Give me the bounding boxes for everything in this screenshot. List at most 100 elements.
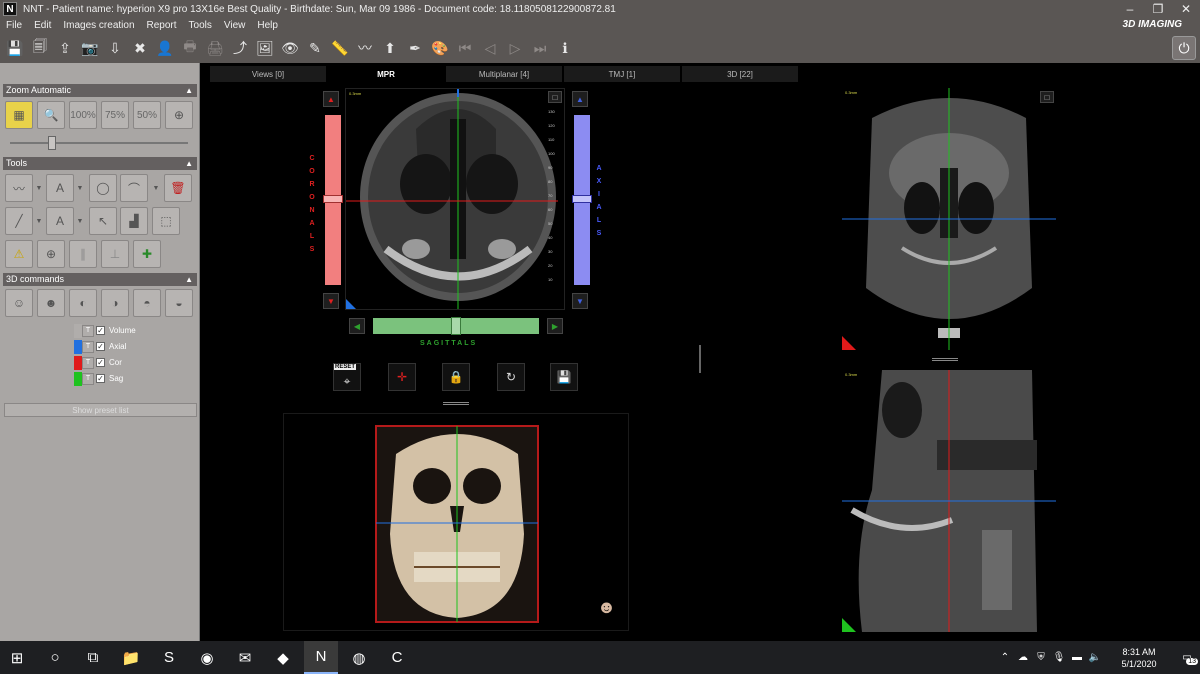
collapse-icon[interactable]: ▲ [185,84,193,97]
coronal-up-icon[interactable]: ▲ [323,91,339,107]
first-frame-icon[interactable]: ⏮ [454,37,476,59]
splitter-handle[interactable] [443,402,469,405]
curve-icon[interactable]: ⌒ [120,174,148,202]
color-icon[interactable]: 🎨 [429,37,451,59]
magnifier-icon[interactable]: 🔍 [37,101,65,129]
zoom-75-button[interactable]: 75% [101,101,129,129]
head-back-icon[interactable]: ☻ [37,289,65,317]
hu-region-icon[interactable]: ⬚ [152,207,180,235]
clock[interactable]: 8:31 AM 5/1/2020 [1104,646,1174,670]
measure-mm-icon[interactable]: 〰 [5,174,33,202]
notification-icon[interactable]: ▭13 [1174,652,1200,665]
axial-slider[interactable] [572,115,592,285]
sag-toggle[interactable]: T [82,372,94,385]
axial-slider-knob[interactable] [572,195,592,203]
zoom-region-icon[interactable]: ⊕ [165,101,193,129]
splitter-handle[interactable] [932,358,958,361]
save-all-icon[interactable]: 🗐 [29,37,51,59]
text-icon[interactable]: A [46,207,74,235]
delete-icon[interactable]: ✖ [129,37,151,59]
task-view-icon[interactable]: ⧉ [76,641,110,674]
firefox-icon[interactable]: ◍ [342,641,376,674]
sag-checkbox[interactable]: ✓ [96,374,105,383]
collapse-icon[interactable]: ▲ [185,157,193,170]
maximize-button[interactable]: ❐ [1144,0,1172,18]
explorer-icon[interactable]: 📁 [114,641,148,674]
coronal-slider-knob[interactable] [323,195,343,203]
menu-view[interactable]: View [218,20,252,31]
cor-toggle[interactable]: T [82,356,94,369]
axial-down-icon[interactable]: ▼ [572,293,588,309]
sagittal-left-icon[interactable]: ◀ [349,318,365,334]
nnt-icon[interactable]: N [304,641,338,674]
implant-pair-icon[interactable]: ∥ [69,240,97,268]
warning-icon[interactable]: ⚠ [5,240,33,268]
chevron-up-icon[interactable]: ⌃ [996,652,1014,663]
print-icon[interactable]: 🖨 [204,37,226,59]
axial-checkbox[interactable]: ✓ [96,342,105,351]
info-icon[interactable]: ℹ [554,37,576,59]
tab-views[interactable]: Views [0] [210,66,326,82]
shield-icon[interactable]: ⛨ [1032,652,1050,663]
line-icon[interactable]: ╱ [5,207,33,235]
sagittal-view[interactable]: 0.3mm [842,370,1056,632]
implant-icon[interactable]: ⬆ [379,37,401,59]
tab-3d[interactable]: 3D [22] [682,66,798,82]
ruler-icon[interactable]: 📏 [329,37,351,59]
dropdown-arrow-icon[interactable]: ▼ [152,174,160,202]
volume-checkbox[interactable]: ✓ [96,326,105,335]
add-implant-icon[interactable]: ⊕ [37,240,65,268]
zoom-slider-knob[interactable] [48,136,56,150]
3d-commands-section-header[interactable]: 3D commands ▲ [3,273,197,286]
sagittal-right-icon[interactable]: ▶ [547,318,563,334]
share-icon[interactable]: ⤴ [229,37,251,59]
tab-tmj[interactable]: TMJ [1] [564,66,680,82]
save-view-icon[interactable]: 💾 [550,363,578,391]
lock-crosshair-icon[interactable]: 🔒 [442,363,470,391]
brush-icon[interactable]: ✎ [304,37,326,59]
sagittal-slider[interactable] [373,317,539,335]
chrome-icon[interactable]: ◉ [190,641,224,674]
tools-section-header[interactable]: Tools ▲ [3,157,197,170]
dropdown-arrow-icon[interactable]: ▼ [76,207,84,235]
export-icon[interactable]: ⇪ [54,37,76,59]
head-right-icon[interactable]: ◑ [101,289,129,317]
sagittal-slider-knob[interactable] [451,317,461,335]
close-button[interactable]: ✕ [1172,0,1200,18]
3d-volume-view[interactable]: ☻ [283,413,629,631]
angle-text-icon[interactable]: A [46,174,74,202]
axial-toggle[interactable]: T [82,340,94,353]
visual-studio-icon[interactable]: ◆ [266,641,300,674]
coronal-view[interactable]: □ 0.3mm [842,88,1056,350]
collapse-icon[interactable]: ▲ [185,273,193,286]
menu-images-creation[interactable]: Images creation [57,20,140,31]
volume-toggle[interactable]: T [82,324,94,337]
crosshair-icon[interactable]: ✛ [388,363,416,391]
start-icon[interactable]: ⊞ [0,641,34,674]
tab-multiplanar[interactable]: Multiplanar [4] [446,66,562,82]
coronal-down-icon[interactable]: ▼ [323,293,339,309]
cortana-icon[interactable]: ○ [38,641,72,674]
head-top-icon[interactable]: ◓ [133,289,161,317]
snapshot-icon[interactable]: 📷 [79,37,101,59]
next-frame-icon[interactable]: ⏭ [529,37,551,59]
vertical-splitter[interactable] [699,345,701,373]
save-icon[interactable]: 💾 [4,37,26,59]
cor-checkbox[interactable]: ✓ [96,358,105,367]
prev-frame-icon[interactable]: ◁ [479,37,501,59]
patient-icon[interactable]: 👤 [154,37,176,59]
trash-icon[interactable]: 🗑 [164,174,192,202]
maximize-view-icon[interactable]: □ [548,91,562,103]
add-model-icon[interactable]: ✚ [133,240,161,268]
axial-up-icon[interactable]: ▲ [572,91,588,107]
circle-icon[interactable]: ◯ [89,174,117,202]
mic-icon[interactable]: 🎙 [1050,652,1068,663]
zoom-fit-button[interactable]: ▦ [5,101,33,129]
dropdown-arrow-icon[interactable]: ▼ [35,174,43,202]
implant-measure-icon[interactable]: ⊥ [101,240,129,268]
volume-icon[interactable]: 🔈 [1086,652,1104,663]
skype-icon[interactable]: S [152,641,186,674]
pen-icon[interactable]: ✒ [404,37,426,59]
outlook-icon[interactable]: ✉ [228,641,262,674]
zoom-50-button[interactable]: 50% [133,101,161,129]
